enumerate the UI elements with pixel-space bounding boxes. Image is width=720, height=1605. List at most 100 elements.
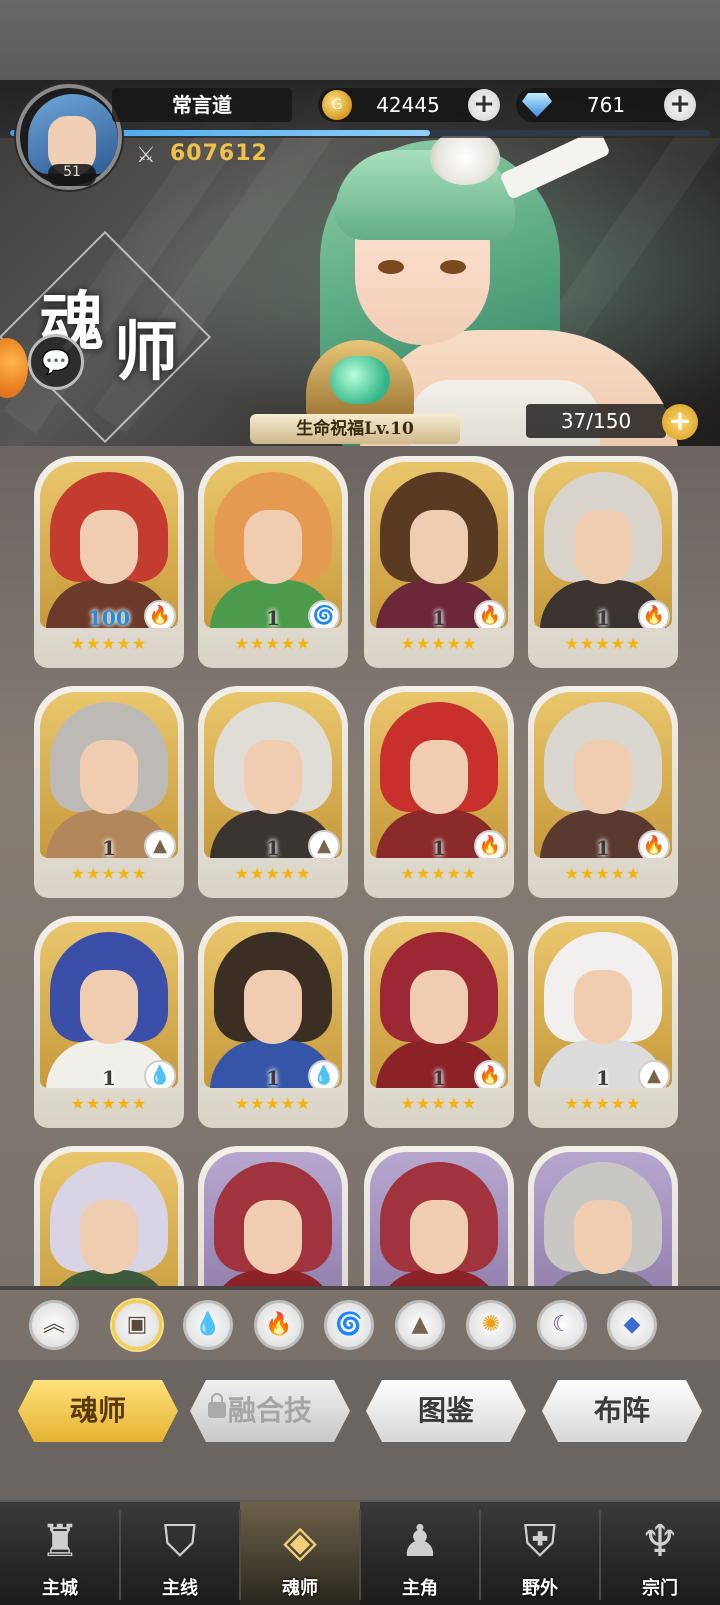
roster-capacity: 37/150: [526, 404, 666, 438]
card-level: 1: [266, 606, 280, 628]
nav-divider: [479, 1510, 481, 1600]
sort-chevron-icon[interactable]: ︽: [29, 1300, 79, 1350]
water-icon: 💧: [308, 1060, 340, 1088]
nav-label: 野外: [522, 1578, 558, 1599]
soul-master-card[interactable]: [364, 1146, 514, 1286]
soul-master-card[interactable]: 1 ▲ ★★★★★: [198, 686, 348, 898]
add-gold-button[interactable]: +: [468, 89, 500, 121]
card-level: 1: [432, 836, 446, 858]
diamond-icon: [522, 93, 552, 117]
card-stars: ★★★★★: [400, 864, 478, 883]
soul-master-card[interactable]: 1 🔥 ★★★★★: [528, 456, 678, 668]
card-portrait: 1 ▲: [204, 692, 342, 858]
card-portrait: 1 💧: [204, 922, 342, 1088]
nav-sect[interactable]: ♆ 宗门: [600, 1502, 720, 1605]
soul-master-card[interactable]: 1 🌀 ★★★★★: [198, 456, 348, 668]
card-portrait: 1 🔥: [534, 692, 672, 858]
player-level: 51: [48, 164, 96, 186]
crossed-swords-icon: ⚔: [136, 143, 156, 168]
dark-icon[interactable]: ☾: [537, 1300, 587, 1350]
nav-label: 主城: [42, 1578, 78, 1599]
soul-master-card[interactable]: 1 ▲ ★★★★★: [528, 916, 678, 1128]
soul-master-card[interactable]: 1 ▲ ★★★★★: [34, 686, 184, 898]
card-stars: ★★★★★: [70, 634, 148, 653]
card-stars: ★★★★★: [70, 864, 148, 883]
tab-soul-master[interactable]: 魂师: [18, 1380, 178, 1442]
fire-icon: 🔥: [474, 830, 506, 858]
tab-soul-master-label: 魂师: [69, 1394, 126, 1427]
life-blessing-label[interactable]: 生命祝福Lv.10: [250, 414, 460, 444]
card-level: 1: [102, 836, 116, 858]
void-icon[interactable]: ◆: [607, 1300, 657, 1350]
card-stars: ★★★★★: [564, 634, 642, 653]
card-stars: ★★★★★: [400, 1094, 478, 1113]
soul-master-card[interactable]: [34, 1146, 184, 1286]
card-level: 1: [266, 1066, 280, 1088]
add-diamond-button[interactable]: +: [664, 89, 696, 121]
castle-icon: ♜: [40, 1516, 80, 1567]
earth-icon: ▲: [308, 830, 340, 858]
fire-icon[interactable]: 🔥: [254, 1300, 304, 1350]
card-level: 1: [102, 1066, 116, 1088]
card-level: 1: [596, 836, 610, 858]
soul-master-card[interactable]: 1 💧 ★★★★★: [198, 916, 348, 1128]
soul-master-grid[interactable]: 100 🔥 ★★★★★ 1 🌀 ★★★★★ 1 🔥 ★★★★★ 1 🔥 ★★★★★ 1 ▲ ★★★★★ 1 ▲ ★…: [0, 446, 720, 1286]
card-portrait: 1 🔥: [534, 462, 672, 628]
nav-wild[interactable]: ⛨ 野外: [480, 1502, 600, 1605]
card-level: 100: [88, 606, 130, 628]
card-portrait: 1 ▲: [40, 692, 178, 858]
tab-fusion-skill-label: 融合技: [227, 1394, 312, 1427]
fire-icon: 🔥: [474, 1060, 506, 1088]
earth-icon: ▲: [638, 1060, 670, 1088]
light-icon[interactable]: ✺: [466, 1300, 516, 1350]
nav-label: 主角: [402, 1578, 438, 1599]
nav-castle[interactable]: ♜ 主城: [0, 1502, 120, 1605]
bottom-navigation: ♜ 主城 ⛉ 主线 ◈ 魂师 ♟ 主角 ⛨ 野外 ♆ 宗门: [0, 1500, 720, 1605]
nav-soul-master[interactable]: ◈ 魂师: [240, 1502, 360, 1605]
element-filter-row: ︽ ▣ 💧 🔥 🌀 ▲ ✺ ☾ ◆: [0, 1290, 720, 1360]
earth-icon[interactable]: ▲: [395, 1300, 445, 1350]
card-portrait: 1 💧: [40, 922, 178, 1088]
nav-divider: [239, 1510, 241, 1600]
card-portrait: [370, 1152, 508, 1286]
card-portrait: 1 ▲: [534, 922, 672, 1088]
soul-master-icon: ◈: [283, 1516, 317, 1567]
soul-master-card[interactable]: 1 🔥 ★★★★★: [364, 686, 514, 898]
nav-divider: [359, 1510, 361, 1600]
soul-master-card[interactable]: 1 💧 ★★★★★: [34, 916, 184, 1128]
soul-master-card[interactable]: 1 🔥 ★★★★★: [364, 456, 514, 668]
hero-icon: ♟: [400, 1516, 440, 1567]
soul-master-card[interactable]: 1 🔥 ★★★★★: [364, 916, 514, 1128]
all-box-icon[interactable]: ▣: [112, 1300, 162, 1350]
soul-master-card[interactable]: 100 🔥 ★★★★★: [34, 456, 184, 668]
water-icon: 💧: [144, 1060, 176, 1088]
card-portrait: 1 🔥: [370, 692, 508, 858]
card-level: 1: [432, 606, 446, 628]
coin-icon: G: [322, 90, 352, 120]
sect-icon: ♆: [640, 1516, 680, 1567]
wind-icon[interactable]: 🌀: [324, 1300, 374, 1350]
nav-mainline[interactable]: ⛉ 主线: [120, 1502, 240, 1605]
lock-icon: [208, 1393, 226, 1418]
expand-capacity-button[interactable]: +: [662, 404, 698, 440]
top-bar-background: [0, 0, 720, 80]
water-icon[interactable]: 💧: [183, 1300, 233, 1350]
page-title-char-2: 师: [114, 315, 184, 390]
chat-bubble-icon[interactable]: 💬: [28, 334, 84, 390]
tab-fusion-skill[interactable]: 融合技: [190, 1380, 350, 1442]
soul-master-card[interactable]: [528, 1146, 678, 1286]
nav-hero[interactable]: ♟ 主角: [360, 1502, 480, 1605]
fire-icon: 🔥: [144, 600, 176, 628]
tab-formation[interactable]: 布阵: [542, 1380, 702, 1442]
nav-divider: [119, 1510, 121, 1600]
tab-formation-label: 布阵: [593, 1394, 650, 1427]
soul-master-card[interactable]: 1 🔥 ★★★★★: [528, 686, 678, 898]
card-stars: ★★★★★: [234, 864, 312, 883]
card-level: 1: [596, 606, 610, 628]
soul-master-card[interactable]: [198, 1146, 348, 1286]
fire-icon: 🔥: [638, 600, 670, 628]
card-level: 1: [266, 836, 280, 858]
tab-collection[interactable]: 图鉴: [366, 1380, 526, 1442]
wild-icon: ⛨: [523, 1516, 557, 1567]
nav-divider: [599, 1510, 601, 1600]
